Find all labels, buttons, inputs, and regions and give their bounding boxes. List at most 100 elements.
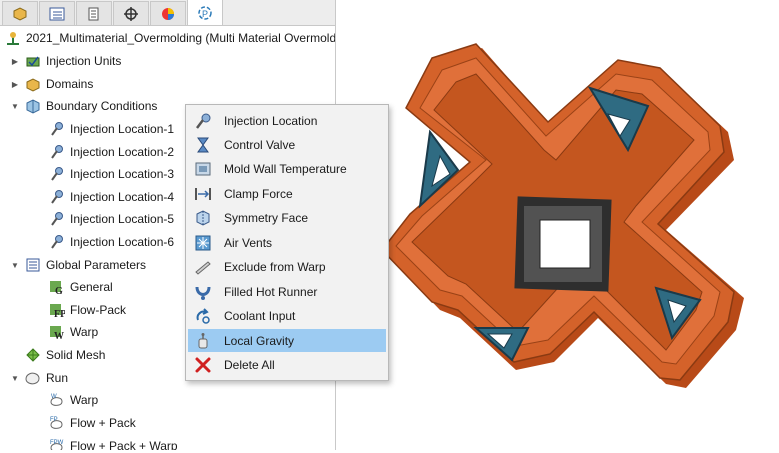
display-pie-icon xyxy=(162,7,174,20)
svg-text:FPW: FPW xyxy=(50,440,64,446)
tab-configuration-manager[interactable] xyxy=(76,1,112,25)
tree-item-label: Injection Location-3 xyxy=(70,167,175,181)
tree-item-label: Injection Location-4 xyxy=(70,190,175,204)
tree-item-flow-pack[interactable]: FP Flow-Pack xyxy=(48,299,126,321)
injection-location-icon xyxy=(48,233,66,251)
graphics-viewport[interactable] xyxy=(336,0,779,450)
boundary-conditions-icon xyxy=(24,97,42,115)
chevron-right-icon[interactable]: ▶ xyxy=(10,79,20,89)
injection-location-icon xyxy=(48,210,66,228)
tab-property-manager[interactable] xyxy=(39,1,75,25)
tree-item-injection-location-4[interactable]: Injection Location-4 xyxy=(48,186,174,208)
configuration-icon xyxy=(88,7,99,20)
tab-feature-manager[interactable] xyxy=(2,1,38,25)
symmetry-face-icon xyxy=(192,208,214,228)
svg-text:W: W xyxy=(54,331,64,340)
list-icon xyxy=(49,7,65,20)
study-icon xyxy=(4,29,22,47)
run-icon xyxy=(24,369,42,387)
menu-item-symmetry-face[interactable]: Symmetry Face xyxy=(188,206,386,229)
svg-text:W: W xyxy=(51,394,57,400)
domains-icon xyxy=(24,75,42,93)
coolant-input-icon xyxy=(192,306,214,326)
svg-text:FP: FP xyxy=(54,309,65,318)
tree-item-boundary-conditions[interactable]: ▼ Boundary Conditions xyxy=(10,95,157,117)
part-icon xyxy=(13,6,27,21)
run-warp-icon: W xyxy=(48,391,66,409)
menu-item-exclude-from-warp[interactable]: Exclude from Warp xyxy=(188,255,386,278)
menu-item-air-vents[interactable]: Air Vents xyxy=(188,231,386,254)
tree-item-run-flow-pack[interactable]: FP Flow + Pack xyxy=(48,412,136,434)
crosshair-icon xyxy=(124,6,138,21)
chevron-down-icon[interactable]: ▼ xyxy=(10,260,20,270)
menu-item-filled-hot-runner[interactable]: Filled Hot Runner xyxy=(188,280,386,303)
menu-item-mold-wall-temperature[interactable]: Mold Wall Temperature xyxy=(188,157,386,180)
clamp-force-icon xyxy=(192,184,214,204)
menu-item-control-valve[interactable]: Control Valve xyxy=(188,133,386,156)
tree-item-label: Flow + Pack xyxy=(70,416,136,430)
filled-hot-runner-icon xyxy=(192,282,214,302)
warp-icon: W xyxy=(48,323,66,341)
tree-item-label: Domains xyxy=(46,77,94,91)
chevron-down-icon[interactable]: ▼ xyxy=(10,101,20,111)
chevron-down-icon[interactable]: ▼ xyxy=(10,373,20,383)
run-flow-pack-icon: FP xyxy=(48,414,66,432)
run-flow-pack-warp-icon: FPW xyxy=(48,437,66,450)
manager-tabs: P xyxy=(0,0,335,26)
tree-item-label: Warp xyxy=(70,325,99,339)
plastics-icon: P xyxy=(198,5,212,20)
tree-item-label: Flow + Pack + Warp xyxy=(70,439,178,450)
tree-item-domains[interactable]: ▶ Domains xyxy=(10,73,93,95)
mold-wall-temperature-icon xyxy=(192,159,214,179)
menu-item-clamp-force[interactable]: Clamp Force xyxy=(188,182,386,205)
air-vents-icon xyxy=(192,233,214,253)
menu-item-delete-all[interactable]: Delete All xyxy=(188,353,386,376)
global-parameters-icon xyxy=(24,256,42,274)
tree-item-label: Injection Location-5 xyxy=(70,212,175,226)
svg-text:P: P xyxy=(202,9,208,19)
tree-item-general[interactable]: G General xyxy=(48,276,113,298)
boundary-conditions-context-menu: Injection Location Control Valve Mold Wa… xyxy=(185,104,389,381)
exclude-from-warp-icon xyxy=(192,257,214,277)
injection-location-icon xyxy=(48,188,66,206)
tree-item-injection-location-1[interactable]: Injection Location-1 xyxy=(48,118,174,140)
solid-mesh-icon xyxy=(24,346,42,364)
tab-plastics-manager[interactable]: P xyxy=(187,0,223,25)
local-gravity-icon xyxy=(192,331,214,351)
tree-item-injection-location-3[interactable]: Injection Location-3 xyxy=(48,163,174,185)
injection-location-icon xyxy=(48,165,66,183)
tree-root-label: 2021_Multimaterial_Overmolding (Multi Ma… xyxy=(26,31,335,45)
tree-item-warp[interactable]: W Warp xyxy=(48,321,98,343)
tree-item-label: Injection Units xyxy=(46,54,122,68)
overmolded-part-model xyxy=(381,43,744,388)
tree-item-label: Boundary Conditions xyxy=(46,99,158,113)
tree-item-injection-location-6[interactable]: Injection Location-6 xyxy=(48,231,174,253)
general-icon: G xyxy=(48,278,66,296)
injection-location-icon xyxy=(48,120,66,138)
tree-item-label: Flow-Pack xyxy=(70,303,127,317)
tree-root[interactable]: 2021_Multimaterial_Overmolding (Multi Ma… xyxy=(4,27,335,49)
tree-item-injection-location-2[interactable]: Injection Location-2 xyxy=(48,141,174,163)
injection-location-icon xyxy=(48,143,66,161)
tree-item-label: Injection Location-6 xyxy=(70,235,175,249)
delete-icon xyxy=(192,355,214,375)
tree-item-injection-location-5[interactable]: Injection Location-5 xyxy=(48,208,174,230)
chevron-right-icon[interactable]: ▶ xyxy=(10,56,20,66)
tree-item-solid-mesh[interactable]: Solid Mesh xyxy=(24,344,105,366)
tree-item-label: Solid Mesh xyxy=(46,348,106,362)
menu-item-local-gravity[interactable]: Local Gravity xyxy=(188,329,386,352)
injection-location-icon xyxy=(192,111,214,131)
tree-item-injection-units[interactable]: ▶ Injection Units xyxy=(10,50,121,72)
tree-item-run-flow-pack-warp[interactable]: FPW Flow + Pack + Warp xyxy=(48,435,178,450)
tree-item-run-warp[interactable]: W Warp xyxy=(48,389,98,411)
flow-pack-icon: FP xyxy=(48,301,66,319)
tree-item-label: Warp xyxy=(70,393,99,407)
tab-display-manager[interactable] xyxy=(150,1,186,25)
menu-item-coolant-input[interactable]: Coolant Input xyxy=(188,304,386,327)
tree-item-run[interactable]: ▼ Run xyxy=(10,367,68,389)
tree-item-label: Injection Location-2 xyxy=(70,145,175,159)
menu-item-injection-location[interactable]: Injection Location xyxy=(188,109,386,132)
tree-item-global-parameters[interactable]: ▼ Global Parameters xyxy=(10,254,146,276)
tab-dimxpert-manager[interactable] xyxy=(113,1,149,25)
hourglass-icon xyxy=(192,135,214,155)
